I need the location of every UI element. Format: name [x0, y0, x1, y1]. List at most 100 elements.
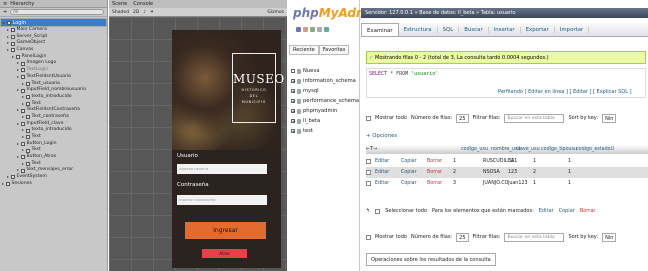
menu-tab[interactable]: Exportar	[521, 26, 555, 33]
row-checkbox[interactable]	[366, 181, 371, 186]
hierarchy-item[interactable]: ▸ Button_Login	[0, 141, 107, 148]
database-item[interactable]: + ll_beta	[291, 117, 320, 125]
hierarchy-item[interactable]: ▸ Button_Atras	[0, 154, 107, 161]
mode-2d-toggle[interactable]: 2D	[132, 10, 140, 15]
table-cell[interactable]: RUSCUDILCA	[483, 159, 514, 164]
create-button[interactable]: +	[3, 9, 7, 15]
table-cell[interactable]: 1	[568, 159, 606, 164]
table-cell[interactable]: 1	[453, 159, 483, 164]
expand-icon[interactable]: +	[291, 129, 295, 134]
menu-tab[interactable]: Examinar	[361, 23, 399, 36]
hierarchy-item[interactable]: ▸ texto_introducido	[0, 127, 107, 134]
logout-icon[interactable]	[303, 27, 308, 32]
tab-favorites[interactable]: Favoritas	[318, 45, 350, 55]
settings-icon[interactable]	[317, 27, 322, 32]
delete-link[interactable]: Borrar	[427, 181, 453, 186]
login-button[interactable]: Ingresar	[185, 222, 266, 239]
copy-link[interactable]: Copiar	[401, 181, 427, 186]
select-all-label[interactable]: Seleccionar todo	[385, 208, 427, 214]
column-header[interactable]: clave_usu	[516, 147, 541, 152]
hierarchy-item[interactable]: ▸ Canvas	[0, 47, 107, 54]
menu-tab[interactable]: Estructura	[399, 26, 438, 33]
table-cell[interactable]: JUANJO.CO	[483, 181, 508, 186]
edit-link[interactable]: Editar	[375, 181, 401, 186]
home-icon[interactable]	[296, 27, 301, 32]
table-cell[interactable]: 2	[533, 170, 568, 175]
shading-select[interactable]: Shaded	[111, 10, 130, 15]
expand-icon[interactable]: +	[291, 89, 295, 94]
user-input[interactable]: Ingrese usuario	[177, 164, 267, 174]
database-item[interactable]: Nueva	[291, 67, 320, 75]
column-header[interactable]: codigo_tipousu	[541, 147, 577, 152]
expand-icon[interactable]: +	[291, 99, 295, 104]
tab-scene[interactable]: Scene	[112, 1, 127, 7]
database-item[interactable]: + test	[291, 127, 313, 135]
row-checkbox[interactable]	[366, 170, 371, 175]
tab-recent[interactable]: Reciente	[289, 45, 319, 55]
bulk-edit-button[interactable]: Editar	[539, 208, 554, 214]
table-cell[interactable]: 1	[533, 159, 568, 164]
delete-link[interactable]: Borrar	[427, 170, 453, 175]
docs-icon[interactable]	[310, 27, 315, 32]
filter-input-bottom[interactable]: Buscar en esta tabla	[504, 232, 565, 242]
select-all-checkbox[interactable]	[375, 208, 381, 214]
table-cell[interactable]: 123	[508, 170, 533, 175]
hierarchy-item[interactable]: ▸ Sesiones	[0, 181, 107, 188]
reload-icon[interactable]	[324, 27, 329, 32]
database-item[interactable]: + mysql	[291, 87, 319, 95]
hierarchy-item[interactable]: ▸ InputField_nombreusuario	[0, 87, 107, 94]
copy-link[interactable]: Copiar	[401, 170, 427, 175]
hierarchy-tab[interactable]: Hierarchy	[10, 1, 34, 7]
sort-select-bottom[interactable]: Nin	[602, 232, 617, 242]
table-cell[interactable]: 1	[568, 181, 606, 186]
hierarchy-item[interactable]: ▸ Imagen Logo	[0, 60, 107, 67]
database-item[interactable]: + information_schema	[291, 77, 356, 85]
copy-link[interactable]: Copiar	[401, 159, 427, 164]
table-cell[interactable]: 321	[508, 159, 533, 164]
table-cell[interactable]: 3	[453, 181, 483, 186]
audio-icon[interactable]: ♪	[142, 10, 147, 15]
back-button[interactable]: Atras	[202, 249, 247, 258]
options-link[interactable]: + Opciones	[366, 133, 397, 139]
expand-icon[interactable]: +	[291, 109, 295, 114]
hierarchy-item[interactable]: ▸ Text_contraseña	[0, 114, 107, 121]
table-cell[interactable]: NSOSA	[483, 170, 508, 175]
delete-link[interactable]: Borrar	[427, 159, 453, 164]
expand-icon[interactable]: +	[291, 119, 295, 124]
hierarchy-item[interactable]: ▸ Text	[0, 134, 107, 141]
table-cell[interactable]: 1	[568, 170, 606, 175]
sql-links[interactable]: Perfilando [ Editar en línea ] [ Editar …	[498, 89, 632, 95]
effects-icon[interactable]: ✦	[149, 10, 155, 15]
database-item[interactable]: + performance_schema	[291, 97, 359, 105]
bulk-delete-button[interactable]: Borrar	[580, 208, 596, 214]
hierarchy-item[interactable]: ▸ TextFieldsntUsuario	[0, 74, 107, 81]
hierarchy-item[interactable]: ▸ TextLogin	[0, 67, 107, 74]
show-all-checkbox-bottom[interactable]	[366, 234, 371, 240]
hierarchy-search-input[interactable]: All	[10, 9, 104, 15]
rows-select-bottom[interactable]: 25	[456, 232, 469, 242]
column-header[interactable]: codigo_usu	[461, 147, 491, 152]
filter-input[interactable]: Buscar en esta tabla	[504, 113, 565, 123]
table-cell[interactable]: juan123	[508, 181, 533, 186]
hierarchy-item[interactable]: ▸ Main Camera	[0, 27, 107, 34]
database-item[interactable]: + phpmyadmin	[291, 107, 337, 115]
hierarchy-item[interactable]: ▸ Login	[0, 18, 107, 27]
edit-link[interactable]: Editar	[375, 170, 401, 175]
row-checkbox[interactable]	[366, 159, 371, 164]
tab-console[interactable]: Console	[133, 1, 153, 7]
gizmos-select[interactable]: Gizmos	[266, 10, 285, 15]
table-cell[interactable]: 1	[533, 181, 568, 186]
breadcrumb[interactable]: Servidor: 127.0.0.1 » Base de datos: ll_…	[361, 8, 648, 18]
sort-select[interactable]: Nin	[602, 113, 617, 123]
expand-icon[interactable]: +	[291, 79, 295, 84]
menu-tab[interactable]: SQL	[438, 26, 460, 33]
hierarchy-item[interactable]: ▸ TextFieldsntContraseña	[0, 107, 107, 114]
password-input[interactable]: Ingrese contraseña	[177, 195, 267, 205]
menu-tab[interactable]: Importar	[555, 26, 590, 33]
column-header[interactable]: codigo_estadoU	[576, 147, 614, 152]
menu-tab[interactable]: Insertar	[489, 26, 521, 33]
expand-icon[interactable]	[291, 69, 295, 73]
table-cell[interactable]: 2	[453, 170, 483, 175]
menu-tab[interactable]: Buscar	[459, 26, 489, 33]
hierarchy-item[interactable]: ▸ texto_introducido	[0, 94, 107, 101]
